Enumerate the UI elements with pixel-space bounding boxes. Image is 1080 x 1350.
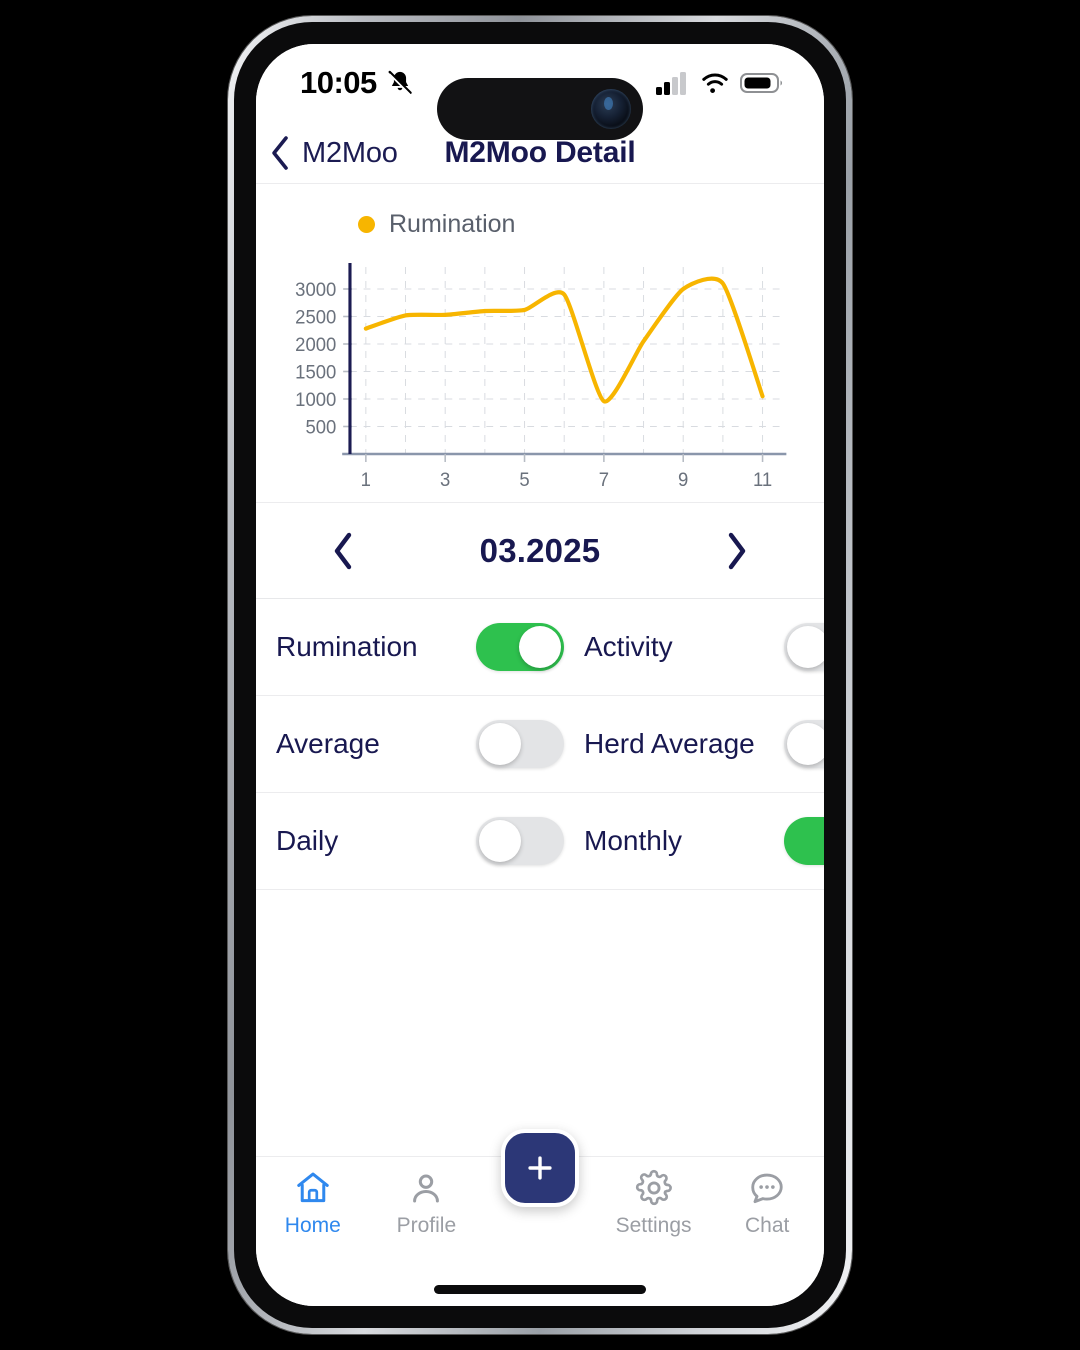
tab-settings-label: Settings (615, 1214, 692, 1237)
y-axis-tick-label: 1500 (295, 361, 336, 382)
toggle-knob (787, 626, 824, 668)
y-axis-tick-label: 2500 (295, 306, 336, 327)
tab-settings[interactable]: Settings (597, 1169, 711, 1238)
x-axis-tick-label: 5 (519, 469, 529, 490)
y-axis-tick-label: 3000 (295, 279, 336, 300)
toggle-cell-monthly: Monthly (564, 817, 824, 865)
home-icon (297, 1172, 329, 1203)
status-bar: 10:05 (256, 44, 824, 140)
legend-label: Rumination (389, 210, 516, 238)
toggle-switch-daily[interactable] (476, 817, 564, 865)
x-axis-tick-label: 7 (599, 469, 609, 490)
toggle-label-monthly: Monthly (584, 825, 683, 856)
toggle-knob (787, 723, 824, 765)
home-indicator-bar (434, 1284, 646, 1294)
bell-slash-icon (388, 70, 412, 97)
tab-chat[interactable]: Chat (710, 1169, 824, 1238)
add-button[interactable] (501, 1129, 579, 1207)
chat-bubble-icon (751, 1173, 783, 1204)
y-axis-tick-label: 2000 (295, 334, 336, 355)
next-month-button[interactable] (712, 526, 762, 576)
plus-icon (528, 1156, 552, 1180)
y-axis-tick-label: 500 (305, 416, 336, 437)
toggle-cell-rumination: Rumination (256, 623, 564, 671)
wifi-icon (702, 73, 728, 94)
toggle-knob (519, 626, 561, 668)
rumination-line-chart[interactable]: 500 1000 1500 2000 2500 3000 1 3 5 7 9 11 (256, 257, 824, 502)
toggle-switch-activity[interactable] (784, 623, 824, 671)
chart-legend: Rumination (256, 210, 824, 239)
gear-icon (635, 1169, 672, 1206)
toggle-cell-herd-average: Herd Average (564, 720, 824, 768)
toggle-knob (479, 820, 521, 862)
tab-profile[interactable]: Profile (370, 1169, 484, 1238)
person-icon (413, 1174, 440, 1203)
month-navigator: 03.2025 (256, 503, 824, 599)
x-axis-tick-label: 11 (753, 469, 772, 490)
x-axis-tick-label: 9 (678, 469, 688, 490)
toggle-label-average: Average (276, 728, 380, 759)
chart-svg: 500 1000 1500 2000 2500 3000 1 3 5 7 9 11 (295, 263, 787, 490)
screenshot-stage: 10:05 M2Moo M2Moo Detail Rumination 500 … (0, 0, 1080, 1350)
tab-home[interactable]: Home (256, 1169, 370, 1238)
previous-month-button[interactable] (318, 526, 368, 576)
home-indicator (256, 1272, 824, 1306)
x-axis-tick-label: 1 (361, 469, 371, 490)
cellular-signal-icon (656, 72, 686, 95)
toggle-cell-daily: Daily (256, 817, 564, 865)
status-bar-time: 10:05 (300, 65, 377, 100)
toggle-switch-average[interactable] (476, 720, 564, 768)
chevron-right-icon (728, 532, 746, 569)
tab-profile-label: Profile (396, 1214, 457, 1237)
toggle-switch-herd-average[interactable] (784, 720, 824, 768)
status-bar-right (656, 71, 784, 95)
toggle-label-herd-average: Herd Average (584, 728, 755, 759)
battery-icon (740, 73, 783, 93)
tab-chat-label: Chat (744, 1214, 790, 1237)
chevron-left-icon (334, 532, 352, 569)
toggle-cell-average: Average (256, 720, 564, 768)
dynamic-island (437, 78, 643, 140)
toggle-row: Daily Monthly (256, 793, 824, 890)
toggle-settings-list: Rumination Activity Average Herd Average Dai… (256, 599, 824, 890)
toggle-row: Rumination Activity (256, 599, 824, 696)
toggle-label-rumination: Rumination (276, 631, 418, 662)
x-axis-tick-label: 3 (440, 469, 450, 490)
toggle-knob (479, 723, 521, 765)
phone-bezel: 10:05 M2Moo M2Moo Detail Rumination 500 … (234, 22, 846, 1328)
toggle-switch-rumination[interactable] (476, 623, 564, 671)
y-axis-tick-label: 1000 (295, 389, 336, 410)
toggle-cell-activity: Activity (564, 623, 824, 671)
bottom-tab-bar: Home Profile Settings Chat (256, 1129, 824, 1272)
toggle-switch-monthly[interactable] (784, 817, 824, 865)
toggle-label-daily: Daily (276, 825, 339, 856)
phone-frame: 10:05 M2Moo M2Moo Detail Rumination 500 … (228, 16, 852, 1334)
current-month-label: 03.2025 (479, 531, 601, 569)
chart-card: Rumination 500 1000 1500 2000 2500 3000 1 3 5 7 9 1… (256, 184, 824, 503)
legend-color-dot (358, 216, 375, 233)
phone-screen: 10:05 M2Moo M2Moo Detail Rumination 500 … (256, 44, 824, 1306)
app-screen: 10:05 M2Moo M2Moo Detail Rumination 500 … (256, 44, 824, 1306)
status-bar-left: 10:05 (300, 65, 414, 101)
empty-content-area (256, 890, 824, 1156)
toggle-label-activity: Activity (584, 631, 673, 662)
toggle-row: Average Herd Average (256, 696, 824, 793)
tab-home-label: Home (284, 1214, 341, 1237)
front-camera-icon (591, 89, 631, 129)
